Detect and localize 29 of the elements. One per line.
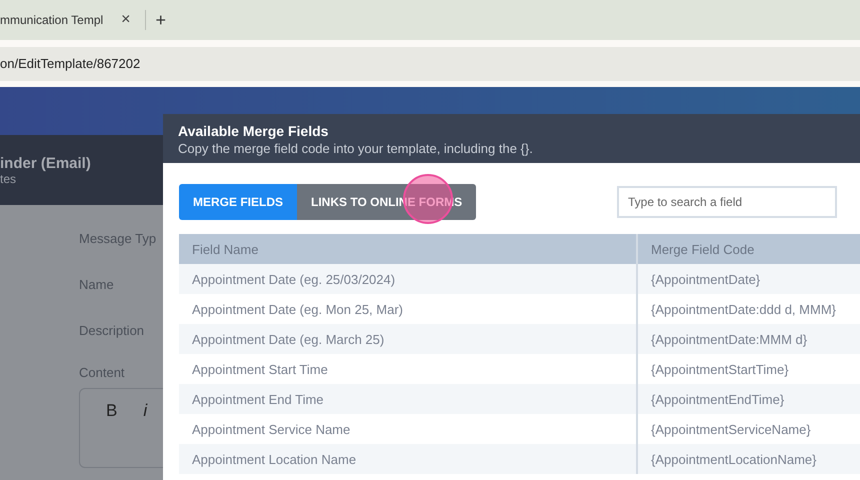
column-header: Merge Field Code	[637, 234, 860, 264]
tab[interactable]: MERGE FIELDS	[179, 184, 298, 220]
content-label: Content	[79, 365, 125, 380]
table-cell: {AppointmentDate:ddd d, MMM}	[637, 294, 860, 324]
field-label: Name	[79, 277, 114, 292]
table-cell: {AppointmentServiceName}	[637, 414, 860, 444]
table-cell: {AppointmentLocationName}	[637, 444, 860, 474]
table-cell: {AppointmentDate:MMM d}	[637, 324, 860, 354]
table-cell: {AppointmentEndTime}	[637, 384, 860, 414]
italic-button[interactable]: i	[143, 401, 148, 467]
address-bar[interactable]: on/EditTemplate/867202	[0, 56, 140, 71]
table-cell: {AppointmentStartTime}	[637, 354, 860, 384]
field-label: Description	[79, 323, 144, 338]
dialog-subtitle: Copy the merge field code into your template, including the {}.	[178, 141, 534, 156]
table-cell: {AppointmentDate}	[637, 264, 860, 294]
browser-tab-title[interactable]: mmunication Templ	[0, 13, 104, 27]
search-field[interactable]: Type to search a field	[617, 186, 837, 218]
dialog-title: Available Merge Fields	[178, 123, 330, 139]
table-cell: Appointment Date (eg. March 25)	[179, 324, 637, 354]
table-cell: Appointment End Time	[179, 384, 637, 414]
page-title: inder (Email)	[0, 154, 92, 172]
new-tab-button[interactable]: +	[156, 10, 166, 30]
field-label: Message Typ	[79, 231, 156, 246]
column-header: Field Name	[179, 234, 637, 264]
page-subtitle: tes	[0, 172, 18, 186]
close-tab-button[interactable]: ×	[121, 11, 130, 29]
table-cell: Appointment Location Name	[179, 444, 637, 474]
bold-button[interactable]: B	[106, 401, 118, 467]
table-cell: Appointment Date (eg. 25/03/2024)	[179, 264, 637, 294]
